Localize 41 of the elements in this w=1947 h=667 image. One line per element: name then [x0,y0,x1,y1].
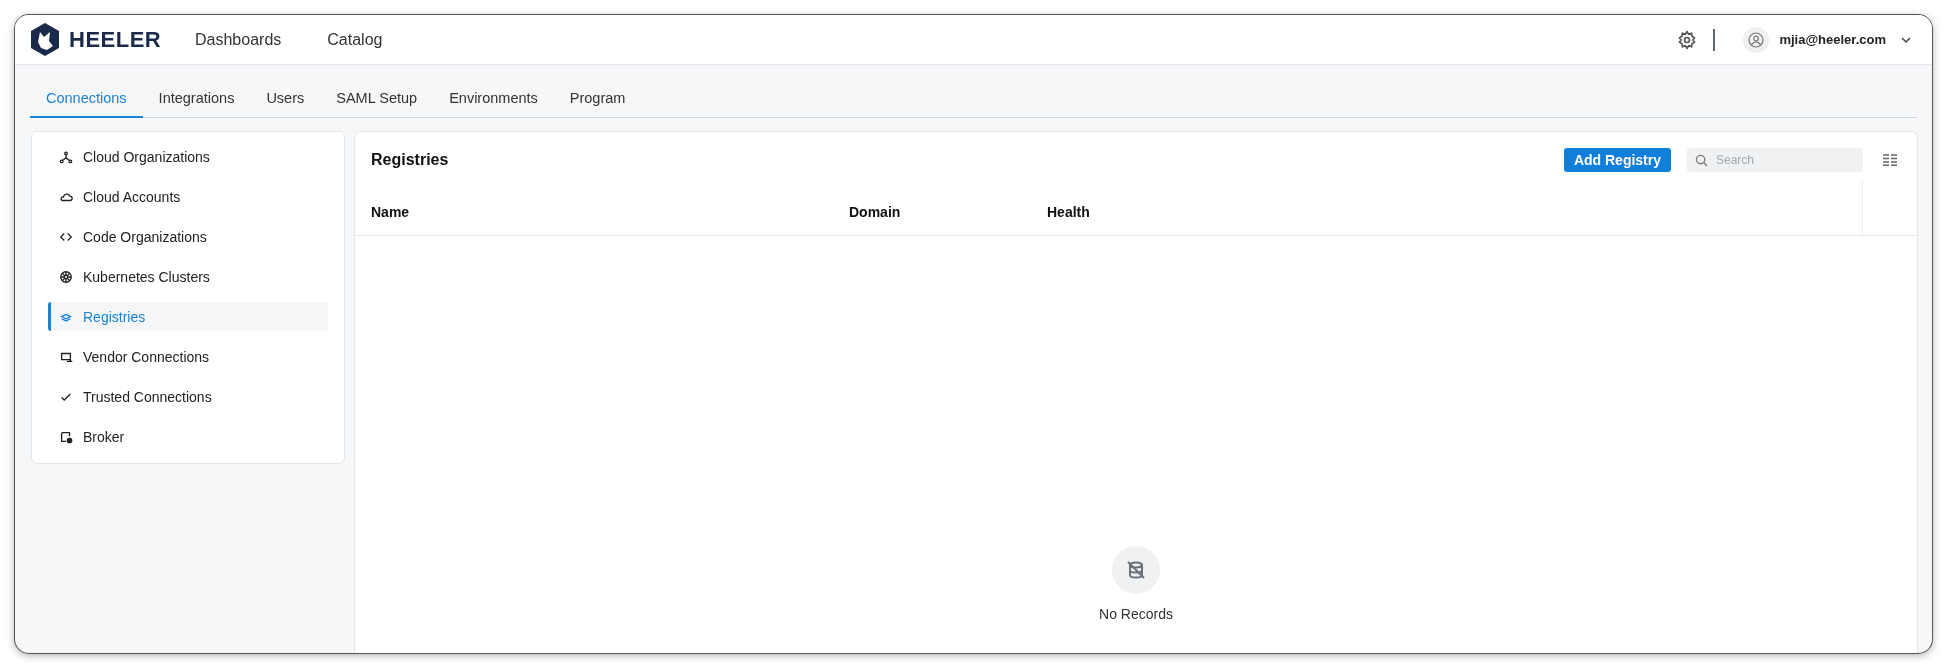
panel-title: Registries [371,151,450,169]
column-header: Health [1047,202,1091,222]
network-icon [59,149,73,164]
sidebar-item[interactable]: Vendor Connections [48,342,328,371]
columns-icon[interactable] [1883,154,1897,166]
wheel-icon [59,269,73,284]
tab[interactable]: Users [250,79,321,118]
sidebar-item[interactable]: Cloud Organizations [48,142,328,171]
tab[interactable]: Connections [30,79,143,118]
sidebar-label: Kubernetes Clusters [83,268,210,285]
sidebar-label: Trusted Connections [83,388,212,405]
sidebar-item[interactable]: Broker [48,422,328,451]
sidebar-item[interactable]: Kubernetes Clusters [48,262,328,291]
tab[interactable]: Integrations [142,79,251,118]
tab[interactable]: SAML Setup [320,79,434,118]
logo-icon [30,23,60,56]
sidebar-item[interactable]: Trusted Connections [48,382,328,411]
user-email[interactable]: mjia@heeler.com [1779,32,1886,47]
sidebar-item[interactable]: Registries [48,302,328,331]
column-header: Name [370,202,411,222]
no-data-icon [1112,546,1160,594]
avatar-icon[interactable] [1743,26,1770,53]
sidebar-label: Cloud Organizations [83,148,210,165]
brand-name: HEELER [69,26,162,53]
sidebar-label: Broker [83,428,125,445]
tab[interactable]: Environments [433,79,554,118]
empty-message: No Records [1099,606,1173,622]
sidebar-label: Code Organizations [83,228,207,245]
tab[interactable]: Program [553,79,642,118]
add-registry-button[interactable]: Add Registry [1563,148,1671,172]
sidebar-label: Vendor Connections [83,348,210,365]
nav-link[interactable]: Catalog [327,30,383,49]
sidebar-item[interactable]: Cloud Accounts [48,182,328,211]
settings-icon[interactable] [1677,29,1698,50]
chevron-down-icon[interactable] [1900,35,1912,44]
column-header: Domain [849,202,902,222]
nav-link[interactable]: Dashboards [195,30,282,49]
sidebar-label: Cloud Accounts [83,188,181,205]
sidebar-label: Registries [83,308,146,325]
sidebar-item[interactable]: Code Organizations [48,222,328,251]
search-field[interactable]: Search [1687,148,1863,172]
